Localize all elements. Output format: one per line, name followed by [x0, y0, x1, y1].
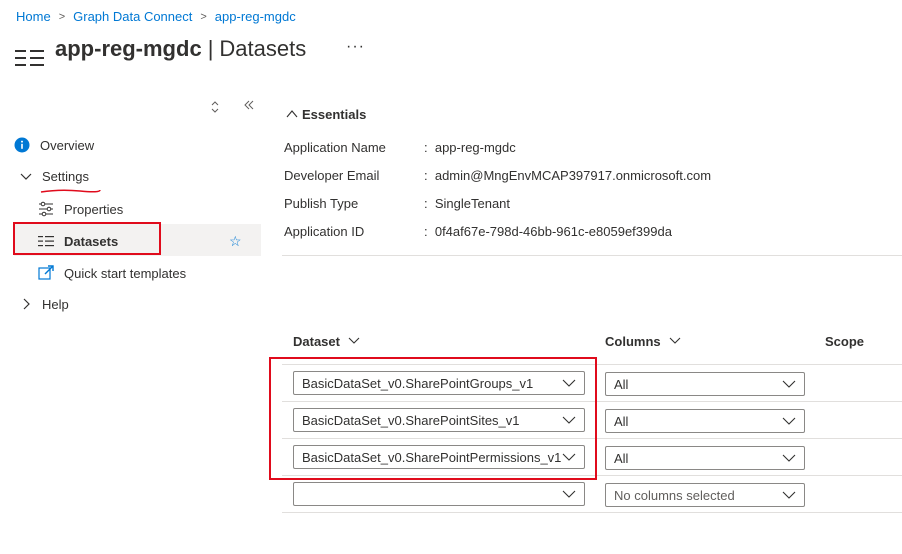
nav-item-datasets[interactable]: Datasets	[38, 227, 118, 255]
red-underline-annotation	[40, 188, 101, 193]
chevron-down-icon	[782, 491, 796, 499]
essentials-label: Application ID	[284, 224, 365, 239]
dataset-select[interactable]: BasicDataSet_v0.SharePointGroups_v1	[293, 371, 585, 395]
dataset-select-empty[interactable]	[293, 482, 585, 506]
dataset-select-value: BasicDataSet_v0.SharePointPermissions_v1	[302, 449, 562, 465]
columns-header-label: Columns	[605, 334, 661, 349]
essentials-value: : admin@MngEnvMCAP397917.onmicrosoft.com	[424, 168, 712, 183]
essentials-value: : SingleTenant	[424, 196, 511, 211]
nav-item-label: Properties	[64, 201, 124, 217]
essentials-value: : 0f4af67e-798d-46bb-961c-e8059ef399da	[424, 224, 672, 239]
divider	[282, 255, 902, 256]
chevron-down-icon	[782, 454, 796, 462]
dataset-select[interactable]: BasicDataSet_v0.SharePointPermissions_v1	[293, 445, 585, 469]
nav-item-label: Datasets	[64, 233, 119, 249]
more-options-button[interactable]: ···	[346, 38, 365, 56]
info-icon	[14, 137, 30, 153]
columns-select-value: All	[614, 450, 629, 466]
columns-select-value: All	[614, 376, 629, 392]
nav-item-label: Overview	[40, 137, 95, 153]
columns-select[interactable]: All	[605, 372, 805, 396]
nav-item-label: Quick start templates	[64, 265, 187, 281]
nav-item-quick-start-templates[interactable]: Quick start templates	[38, 259, 186, 287]
application-name-value: app-reg-mgdc	[434, 140, 516, 155]
essentials-value: : app-reg-mgdc	[424, 140, 516, 155]
chevron-down-icon	[782, 417, 796, 425]
chevron-right-icon	[18, 296, 34, 312]
essentials-label: Developer Email	[284, 168, 380, 183]
chevron-down-icon	[348, 336, 360, 348]
application-id-value: 0f4af67e-798d-46bb-961c-e8059ef399da	[434, 224, 672, 239]
row-divider	[282, 512, 902, 513]
settings-label: Settings	[42, 168, 89, 184]
chevron-down-icon	[562, 416, 576, 424]
star-icon[interactable]: ☆	[229, 233, 242, 250]
collapse-icon[interactable]	[243, 99, 255, 114]
essentials-toggle[interactable]: Essentials	[286, 107, 366, 122]
nav-item-label: Help	[42, 296, 69, 312]
columns-select[interactable]: All	[605, 446, 805, 470]
dataset-select-value: BasicDataSet_v0.SharePointGroups_v1	[302, 375, 534, 391]
sliders-icon	[38, 201, 54, 217]
list-icon	[15, 49, 45, 67]
developer-email-value: admin@MngEnvMCAP397917.onmicrosoft.com	[434, 168, 712, 183]
nav-item-help[interactable]: Help	[18, 290, 69, 318]
chevron-down-icon	[782, 380, 796, 388]
essentials-heading: Essentials	[302, 107, 367, 122]
column-header-columns[interactable]: Columns	[605, 334, 681, 349]
chevron-down-icon	[562, 490, 576, 498]
dataset-select-value: BasicDataSet_v0.SharePointSites_v1	[302, 412, 520, 428]
chevron-up-icon	[286, 108, 298, 122]
page-title-section: Datasets	[219, 36, 307, 61]
breadcrumb-app-reg[interactable]: app-reg-mgdc	[215, 9, 296, 24]
columns-select[interactable]: All	[605, 409, 805, 433]
nav-item-label: Settings	[40, 168, 101, 193]
breadcrumb: Home > Graph Data Connect > app-reg-mgdc	[16, 9, 296, 24]
columns-select-value: All	[614, 413, 629, 429]
sort-icon[interactable]	[210, 101, 220, 116]
chevron-right-icon: >	[58, 10, 66, 23]
chevron-down-icon	[562, 379, 576, 387]
column-header-dataset[interactable]: Dataset	[293, 334, 360, 349]
nav-item-properties[interactable]: Properties	[38, 195, 123, 223]
columns-select-value: No columns selected	[614, 487, 735, 503]
nav-item-settings[interactable]: Settings	[18, 162, 101, 193]
page-title: app-reg-mgdc | Datasets	[55, 36, 306, 62]
nav-item-overview[interactable]: Overview	[14, 131, 94, 159]
breadcrumb-graph-data-connect[interactable]: Graph Data Connect	[73, 9, 192, 24]
publish-type-value: SingleTenant	[434, 196, 511, 211]
dataset-select[interactable]: BasicDataSet_v0.SharePointSites_v1	[293, 408, 585, 432]
chevron-down-icon	[562, 453, 576, 461]
external-link-icon	[38, 265, 54, 281]
breadcrumb-home[interactable]: Home	[16, 9, 51, 24]
chevron-down-icon	[669, 336, 681, 348]
chevron-right-icon: >	[200, 10, 207, 23]
columns-select-empty[interactable]: No columns selected	[605, 483, 805, 507]
dataset-header-label: Dataset	[293, 334, 340, 349]
essentials-label: Application Name	[284, 140, 386, 155]
list-icon	[38, 233, 54, 249]
column-header-scope: Scope	[825, 334, 865, 349]
page-title-name: app-reg-mgdc	[55, 36, 202, 61]
chevron-down-icon	[18, 168, 34, 184]
page-title-separator: |	[207, 36, 214, 61]
essentials-label: Publish Type	[284, 196, 359, 211]
